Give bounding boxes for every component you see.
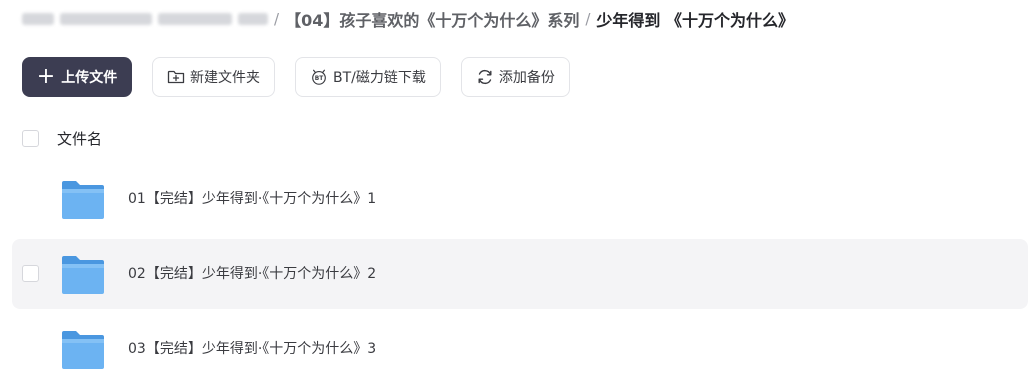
folder-icon [62, 331, 104, 369]
breadcrumb-separator: / [274, 10, 280, 28]
file-name[interactable]: 02【完结】少年得到·《十万个为什么》2 [128, 263, 376, 283]
select-all-checkbox[interactable] [22, 129, 39, 147]
new-folder-button[interactable]: 新建文件夹 [152, 57, 275, 97]
column-filename[interactable]: 文件名 [57, 128, 102, 149]
breadcrumb-current: 少年得到 《十万个为什么》 [596, 11, 794, 30]
breadcrumb-blurred-segment[interactable] [158, 13, 232, 25]
bt-download-button[interactable]: BT BT/磁力链下载 [295, 57, 441, 97]
svg-text:BT: BT [315, 76, 323, 82]
file-row[interactable]: 03【完结】少年得到·《十万个为什么》3 [12, 314, 1028, 380]
breadcrumb-blurred-segment[interactable] [60, 13, 152, 25]
sync-icon [476, 68, 494, 86]
new-folder-button-label: 新建文件夹 [190, 70, 260, 86]
folder-icon [62, 181, 104, 219]
file-name[interactable]: 01【完结】少年得到·《十万个为什么》1 [128, 188, 376, 208]
file-name[interactable]: 03【完结】少年得到·《十万个为什么》3 [128, 338, 376, 358]
upload-button-label: 上传文件 [61, 70, 118, 86]
add-backup-button[interactable]: 添加备份 [460, 57, 570, 97]
upload-button[interactable]: + 上传文件 [22, 57, 132, 97]
toolbar: + 上传文件 新建文件夹 BT BT/磁力链下载 添加备份 [22, 57, 590, 97]
breadcrumb-separator: / [585, 10, 591, 28]
breadcrumb-blurred-segment[interactable] [238, 13, 268, 25]
file-list-header: 文件名 [22, 127, 102, 149]
add-backup-button-label: 添加备份 [498, 70, 555, 86]
folder-icon [62, 256, 104, 294]
breadcrumb-blurred-segment[interactable] [22, 13, 54, 25]
folder-plus-icon [167, 68, 185, 86]
bt-download-button-label: BT/磁力链下载 [333, 70, 426, 86]
file-row[interactable]: 02【完结】少年得到·《十万个为什么》2 [12, 239, 1028, 309]
bt-icon: BT [310, 68, 328, 86]
breadcrumb: / 【04】孩子喜欢的《十万个为什么》系列 / 少年得到 《十万个为什么》 [22, 6, 794, 32]
breadcrumb-parent-link[interactable]: 【04】孩子喜欢的《十万个为什么》系列 [285, 7, 579, 31]
file-row[interactable]: 01【完结】少年得到·《十万个为什么》1 [12, 164, 1028, 234]
plus-icon: + [36, 64, 56, 89]
row-checkbox[interactable] [22, 265, 39, 282]
